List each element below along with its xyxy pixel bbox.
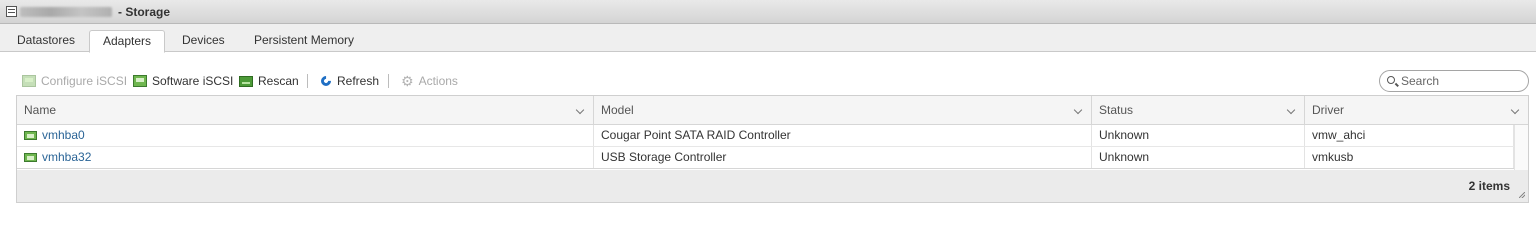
table-header: Name Model Status Driver xyxy=(17,96,1528,125)
title-bar: - Storage xyxy=(0,0,1536,24)
tab-devices[interactable]: Devices xyxy=(169,30,238,52)
window-icon xyxy=(6,6,17,17)
adapter-name[interactable]: vmhba0 xyxy=(42,125,85,146)
tab-persistent-memory[interactable]: Persistent Memory xyxy=(241,30,367,52)
gear-icon: ⚙ xyxy=(401,73,414,89)
column-header-status[interactable]: Status xyxy=(1092,96,1305,124)
column-header-label: Driver xyxy=(1312,103,1344,117)
column-header-label: Status xyxy=(1099,103,1134,117)
software-iscsi-button[interactable]: Software iSCSI xyxy=(133,72,233,90)
search-box[interactable] xyxy=(1379,70,1529,92)
configure-iscsi-label: Configure iSCSI xyxy=(41,74,128,88)
tab-datastores[interactable]: Datastores xyxy=(4,30,88,52)
cell-model: Cougar Point SATA RAID Controller xyxy=(594,125,1092,146)
column-header-name[interactable]: Name xyxy=(17,96,594,124)
table-footer: 2 items xyxy=(17,170,1528,202)
actions-label: Actions xyxy=(418,74,458,88)
search-icon xyxy=(1387,76,1395,84)
host-name-redacted xyxy=(20,7,112,17)
vertical-scrollbar[interactable] xyxy=(1514,125,1528,170)
refresh-button[interactable]: Refresh xyxy=(318,72,380,90)
resize-grip-icon[interactable] xyxy=(1519,192,1525,198)
toolbar-separator xyxy=(307,74,308,88)
adapter-name[interactable]: vmhba32 xyxy=(42,147,91,168)
column-header-label: Model xyxy=(601,103,634,117)
cell-driver: vmw_ahci xyxy=(1305,125,1514,146)
chevron-down-icon[interactable] xyxy=(1073,105,1083,115)
iscsi-icon xyxy=(133,75,147,87)
chevron-down-icon[interactable] xyxy=(575,105,585,115)
tab-adapters[interactable]: Adapters xyxy=(89,30,166,53)
rescan-button[interactable]: Rescan xyxy=(239,72,299,90)
refresh-label: Refresh xyxy=(337,74,380,88)
column-header-label: Name xyxy=(24,103,57,117)
chevron-down-icon[interactable] xyxy=(1510,105,1520,115)
column-header-model[interactable]: Model xyxy=(594,96,1092,124)
cell-status: Unknown xyxy=(1092,147,1305,168)
refresh-icon xyxy=(318,73,334,89)
toolbar: Configure iSCSI Software iSCSI Rescan Re… xyxy=(16,72,1536,90)
cell-name[interactable]: vmhba0 xyxy=(17,125,594,146)
cell-status: Unknown xyxy=(1092,125,1305,146)
item-count: 2 items xyxy=(1468,179,1510,193)
cell-name[interactable]: vmhba32 xyxy=(17,147,594,168)
configure-iscsi-button[interactable]: Configure iSCSI xyxy=(22,72,127,90)
window-title: - Storage xyxy=(118,5,171,19)
search-input[interactable] xyxy=(1401,73,1521,89)
rescan-label: Rescan xyxy=(258,74,299,88)
adapters-table: Name Model Status Driver vmhba0 Cougar P… xyxy=(16,95,1529,203)
toolbar-separator xyxy=(388,74,389,88)
cell-driver: vmkusb xyxy=(1305,147,1514,168)
column-header-driver[interactable]: Driver xyxy=(1305,96,1528,124)
cell-model: USB Storage Controller xyxy=(594,147,1092,168)
actions-button[interactable]: ⚙ Actions xyxy=(401,72,458,90)
chevron-down-icon[interactable] xyxy=(1286,105,1296,115)
adapter-icon xyxy=(24,131,37,140)
iscsi-icon xyxy=(22,75,36,87)
table-row[interactable]: vmhba0 Cougar Point SATA RAID Controller… xyxy=(17,125,1528,147)
table-row[interactable]: vmhba32 USB Storage Controller Unknown v… xyxy=(17,147,1528,169)
adapter-icon xyxy=(24,153,37,162)
software-iscsi-label: Software iSCSI xyxy=(152,74,234,88)
tab-bar: Datastores Adapters Devices Persistent M… xyxy=(0,24,1536,53)
rescan-icon xyxy=(239,75,253,87)
